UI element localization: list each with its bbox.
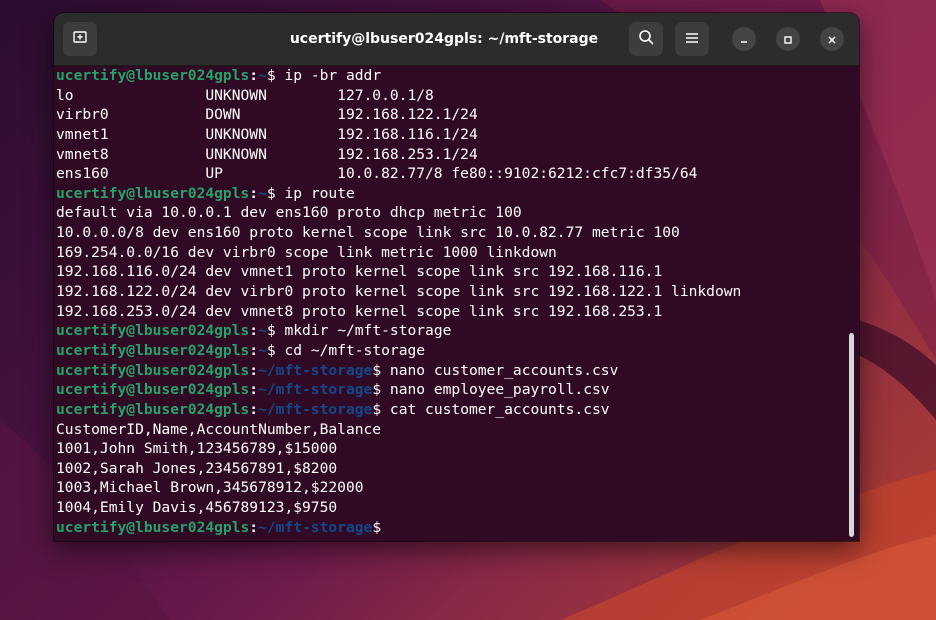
prompt-colon: : (249, 518, 259, 536)
prompt-user: ucertify@lbuser024gpls (56, 381, 250, 399)
prompt-user: ucertify@lbuser024gpls (56, 322, 250, 340)
menu-button[interactable] (675, 22, 709, 56)
output-line: lo UNKNOWN 127.0.0.1/8 (56, 86, 434, 104)
prompt-user: ucertify@lbuser024gpls (56, 341, 250, 359)
prompt-symbol: $ (266, 322, 276, 340)
output-line: 1001,John Smith,123456789,$15000 (56, 440, 338, 458)
prompt-path: ~ (258, 322, 267, 340)
prompt-colon: : (249, 381, 259, 399)
command-text: nano employee_payroll.csv (381, 381, 610, 399)
command-text: cd ~/mft-storage (275, 341, 426, 359)
prompt-colon: : (249, 400, 259, 418)
prompt-user: ucertify@lbuser024gpls (56, 518, 250, 536)
scrollbar-thumb[interactable] (849, 333, 854, 537)
search-icon (638, 29, 654, 49)
output-line: 192.168.122.0/24 dev virbr0 proto kernel… (56, 283, 742, 301)
command-text: ip -br addr (275, 67, 382, 84)
prompt-user: ucertify@lbuser024gpls (56, 400, 250, 418)
window-title: ucertify@lbuser024gpls: ~/mft-storage (289, 31, 599, 47)
prompt-colon: : (249, 184, 259, 202)
prompt-line: ucertify@lbuser024gpls:~$ cd ~/mft-stora… (56, 341, 857, 361)
prompt-colon: : (249, 322, 259, 340)
prompt-user: ucertify@lbuser024gpls (56, 361, 250, 379)
output-line: vmnet1 UNKNOWN 192.168.116.1/24 (56, 125, 478, 143)
output-line: 1004,Emily Davis,456789123,$9750 (56, 499, 338, 517)
output-line: 192.168.116.0/24 dev vmnet1 proto kernel… (56, 263, 663, 281)
prompt-symbol: $ (266, 341, 276, 359)
output-line: vmnet8 UNKNOWN 192.168.253.1/24 (56, 145, 478, 163)
prompt-line: ucertify@lbuser024gpls:~/mft-storage$ na… (56, 361, 857, 381)
minimize-icon (739, 30, 749, 49)
output-line: ens160 UP 10.0.82.77/8 fe80::9102:6212:c… (56, 165, 698, 183)
terminal-window[interactable]: ucertify@lbuser024gpls: ~/mft-storage uc… (54, 13, 859, 541)
prompt-path: ~/mft-storage (258, 361, 373, 379)
output-line: CustomerID,Name,AccountNumber,Balance (56, 420, 382, 438)
new-tab-button[interactable] (63, 22, 97, 56)
prompt-path: ~ (258, 184, 267, 202)
prompt-symbol: $ (372, 381, 382, 399)
prompt-line: ucertify@lbuser024gpls:~$ ip -br addr (56, 66, 857, 86)
output-line: 192.168.253.0/24 dev vmnet8 proto kernel… (56, 302, 663, 320)
prompt-symbol: $ (372, 400, 382, 418)
command-text: ip route (275, 184, 355, 202)
prompt-colon: : (249, 341, 259, 359)
prompt-symbol: $ (372, 361, 382, 379)
prompt-path: ~/mft-storage (258, 381, 373, 399)
prompt-line: ucertify@lbuser024gpls:~/mft-storage$ (56, 518, 857, 538)
prompt-user: ucertify@lbuser024gpls (56, 67, 250, 84)
output-line: default via 10.0.0.1 dev ens160 proto dh… (56, 204, 522, 222)
prompt-path: ~/mft-storage (258, 400, 373, 418)
prompt-line: ucertify@lbuser024gpls:~/mft-storage$ ca… (56, 400, 857, 420)
prompt-colon: : (249, 361, 259, 379)
prompt-colon: : (249, 67, 259, 84)
prompt-line: ucertify@lbuser024gpls:~$ ip route (56, 184, 857, 204)
prompt-user: ucertify@lbuser024gpls (56, 184, 250, 202)
minimize-button[interactable] (732, 27, 756, 51)
prompt-symbol: $ (266, 67, 276, 84)
search-button[interactable] (629, 22, 663, 56)
close-icon (827, 30, 837, 49)
text-cursor (381, 518, 390, 535)
title-bar[interactable]: ucertify@lbuser024gpls: ~/mft-storage (54, 13, 859, 66)
prompt-path: ~/mft-storage (258, 518, 373, 536)
command-text: nano customer_accounts.csv (381, 361, 619, 379)
output-line: 1002,Sarah Jones,234567891,$8200 (56, 459, 338, 477)
prompt-path: ~ (258, 341, 267, 359)
prompt-line: ucertify@lbuser024gpls:~/mft-storage$ na… (56, 380, 857, 400)
prompt-line: ucertify@lbuser024gpls:~$ mkdir ~/mft-st… (56, 321, 857, 341)
close-button[interactable] (820, 27, 844, 51)
output-line: 169.254.0.0/16 dev virbr0 scope link met… (56, 243, 557, 261)
prompt-symbol: $ (266, 184, 276, 202)
output-line: 1003,Michael Brown,345678912,$22000 (56, 479, 364, 497)
hamburger-menu-icon (685, 30, 699, 49)
maximize-icon (783, 30, 793, 49)
output-line: virbr0 DOWN 192.168.122.1/24 (56, 106, 478, 124)
terminal-output[interactable]: ucertify@lbuser024gpls:~$ ip -br addr lo … (54, 66, 859, 541)
prompt-symbol: $ (372, 518, 382, 536)
maximize-button[interactable] (776, 27, 800, 51)
new-tab-icon (72, 29, 88, 49)
prompt-path: ~ (258, 67, 267, 84)
command-text: cat customer_accounts.csv (381, 400, 610, 418)
command-text: mkdir ~/mft-storage (275, 322, 452, 340)
output-line: 10.0.0.0/8 dev ens160 proto kernel scope… (56, 224, 680, 242)
